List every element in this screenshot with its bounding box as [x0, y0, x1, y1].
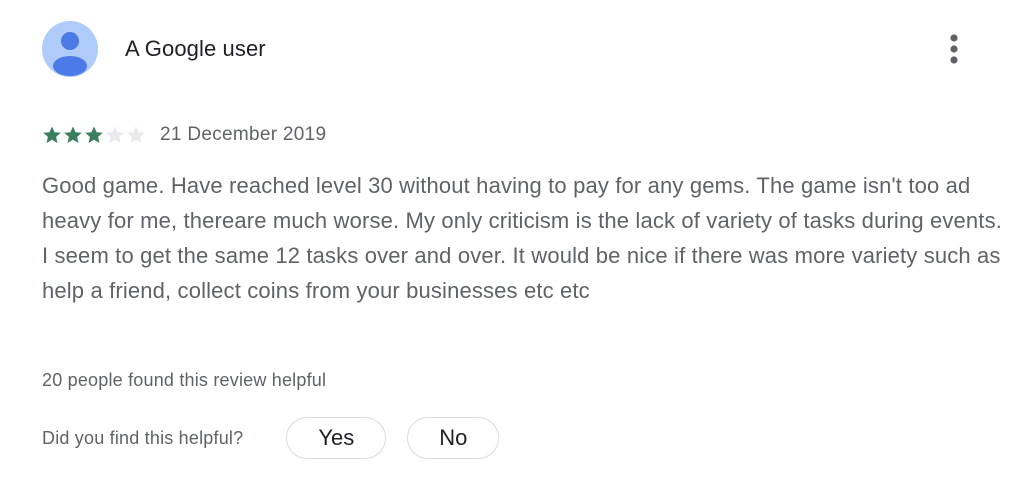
- helpful-count: 20 people found this review helpful: [42, 370, 327, 390]
- star-filled-icon: [85, 126, 103, 143]
- star-filled-icon: [43, 126, 61, 143]
- star-empty-icon: [106, 126, 124, 143]
- star-filled-icon: [64, 126, 82, 143]
- star-empty-icon: [127, 126, 145, 143]
- more-options-button[interactable]: [940, 31, 968, 67]
- author-name: A Google user: [125, 36, 266, 61]
- review-text: Good game. Have reached level 30 without…: [42, 173, 1002, 303]
- no-button[interactable]: No: [407, 417, 500, 459]
- review-card: A Google user 21 December 2019 Good game…: [0, 0, 1024, 492]
- more-vert-icon: [950, 34, 958, 64]
- helpful-question: Did you find this helpful?: [42, 427, 244, 448]
- person-icon: [53, 32, 87, 76]
- review-date: 21 December 2019: [160, 124, 327, 145]
- review-header: A Google user: [42, 21, 982, 77]
- avatar: [42, 21, 98, 77]
- helpful-feedback: Did you find this helpful? Yes No: [42, 416, 500, 460]
- star-rating: [42, 125, 146, 145]
- yes-button[interactable]: Yes: [286, 417, 387, 459]
- rating-row: 21 December 2019: [42, 122, 326, 148]
